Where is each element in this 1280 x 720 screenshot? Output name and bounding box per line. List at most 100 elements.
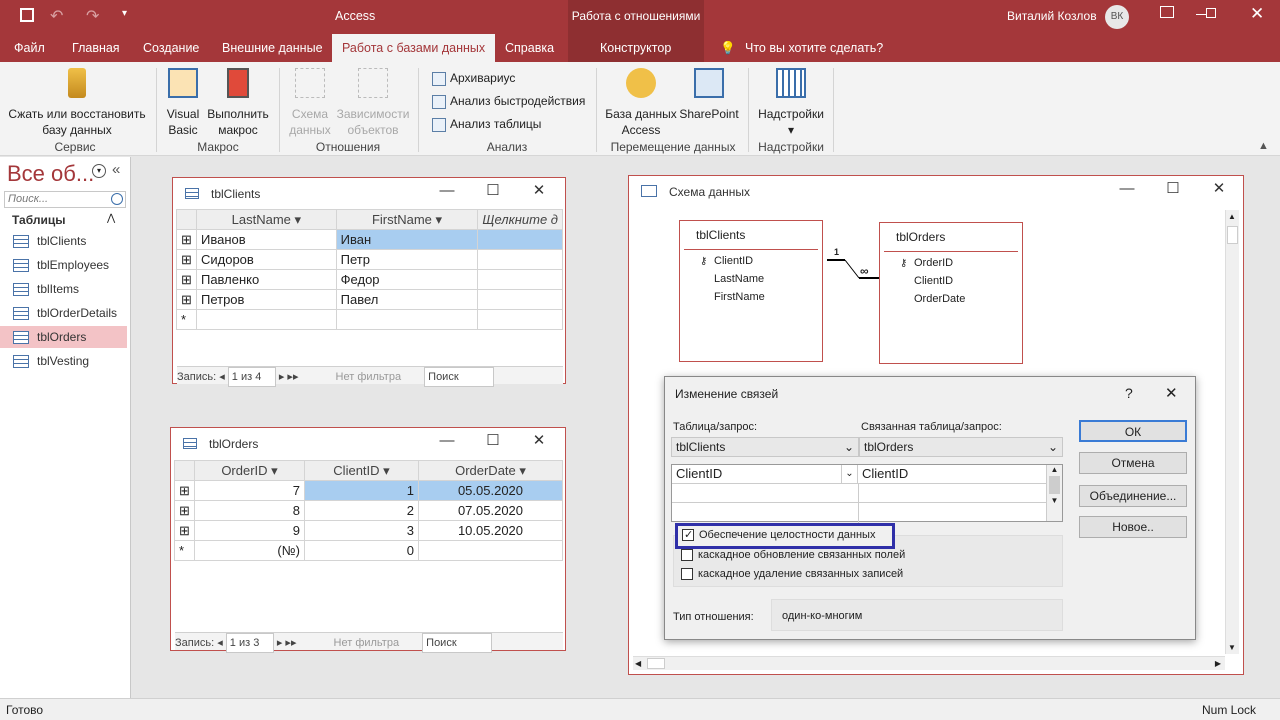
tell-me-input[interactable]: Что вы хотите сделать?	[745, 34, 883, 62]
column-header[interactable]: FirstName ▾	[335, 209, 479, 230]
tab-database-tools[interactable]: Работа с базами данных	[332, 34, 496, 62]
visual-basic-button[interactable]: Visual Basic	[162, 68, 204, 138]
nav-section-tables[interactable]: Таблицы	[12, 213, 65, 227]
related-table-select[interactable]: tblOrders ⌄	[859, 437, 1063, 457]
avatar[interactable]: ВК	[1105, 5, 1129, 29]
ribbon-display-icon[interactable]	[1160, 6, 1174, 18]
record-position[interactable]: 1 из 4	[227, 367, 276, 387]
close-icon[interactable]: ✕	[1199, 179, 1239, 197]
field-item[interactable]: OrderDate	[914, 293, 965, 305]
field-cell-right[interactable]: ClientID	[858, 465, 1046, 484]
close-icon[interactable]: ✕	[1250, 4, 1264, 24]
save-icon[interactable]	[20, 8, 34, 22]
nav-item-tblorders[interactable]: tblOrders	[0, 326, 127, 348]
search-box[interactable]: Поиск	[424, 367, 495, 387]
tab-help[interactable]: Справка	[505, 34, 554, 62]
search-box[interactable]: Поиск	[422, 633, 493, 653]
ok-button[interactable]: ОК	[1079, 420, 1187, 442]
nav-item-tblclients[interactable]: tblClients	[0, 230, 127, 252]
table-select[interactable]: tblClients ⌄	[671, 437, 859, 457]
field-item[interactable]: ClientID	[714, 255, 753, 267]
close-icon[interactable]: ✕	[519, 431, 559, 449]
select-all-corner[interactable]	[176, 209, 197, 230]
documenter-button[interactable]: Архивариус	[432, 70, 515, 86]
table-row[interactable]: ⊞ Павленко Федор	[176, 269, 563, 290]
minimize-icon[interactable]: —	[427, 182, 467, 199]
collapse-ribbon-icon[interactable]: ▲	[1258, 140, 1269, 152]
add-column-header[interactable]: Щелкните д	[477, 209, 563, 230]
table-row[interactable]: ⊞ 9 3 10.05.2020	[174, 520, 563, 541]
section-collapse-icon[interactable]: ⋀	[107, 213, 115, 224]
field-item[interactable]: LastName	[714, 273, 764, 285]
access-database-button[interactable]: База данных Access	[604, 68, 678, 138]
cascade-delete-option[interactable]: каскадное удаление связанных записей	[681, 568, 903, 581]
filter-indicator[interactable]: Нет фильтра	[334, 637, 400, 649]
user-name[interactable]: Виталий Козлов	[1007, 9, 1097, 23]
cascade-update-option[interactable]: каскадное обновление связанных полей	[681, 549, 905, 562]
table-row[interactable]: ⊞ 7 1 05.05.2020	[174, 480, 563, 501]
field-item[interactable]: FirstName	[714, 291, 765, 303]
table-box-tblclients[interactable]: tblClients ⚷ ClientID LastName FirstName	[679, 220, 823, 362]
table-row[interactable]: ⊞ Сидоров Петр	[176, 249, 563, 270]
column-header[interactable]: OrderDate ▾	[418, 460, 563, 481]
maximize-icon[interactable]: ☐	[1153, 179, 1193, 197]
checkbox[interactable]	[681, 568, 693, 581]
field-item[interactable]: ClientID	[914, 275, 953, 287]
table-row[interactable]: ⊞ Иванов Иван	[176, 229, 563, 250]
nav-collapse-icon[interactable]: «	[112, 161, 120, 178]
checkbox[interactable]	[681, 549, 693, 562]
table-row[interactable]: ⊞ Петров Павел	[176, 289, 563, 310]
relationships-button[interactable]: Схема данных	[284, 68, 336, 138]
minimize-icon[interactable]: —	[427, 432, 467, 449]
maximize-icon[interactable]: ☐	[473, 431, 513, 449]
nav-dropdown-icon[interactable]: ▾	[92, 164, 106, 178]
create-new-button[interactable]: Новое..	[1079, 516, 1187, 538]
column-header[interactable]: ClientID ▾	[304, 460, 419, 481]
minimize-icon[interactable]: —	[1107, 180, 1147, 197]
record-position[interactable]: 1 из 3	[225, 633, 274, 653]
column-header[interactable]: LastName ▾	[195, 209, 337, 230]
nav-title[interactable]: Все об...	[7, 161, 94, 187]
maximize-icon[interactable]	[1206, 8, 1216, 18]
table-box-tblorders[interactable]: tblOrders ⚷ OrderID ClientID OrderDate	[879, 222, 1023, 364]
maximize-icon[interactable]: ☐	[473, 181, 513, 199]
tab-external-data[interactable]: Внешние данные	[222, 34, 323, 62]
run-macro-button[interactable]: Выполнить макрос	[206, 68, 270, 138]
help-icon[interactable]: ?	[1125, 385, 1133, 401]
search-icon[interactable]	[111, 193, 123, 205]
nav-item-tblvesting[interactable]: tblVesting	[0, 350, 127, 372]
dependencies-button[interactable]: Зависимости объектов	[336, 68, 410, 138]
table-analyze-button[interactable]: Анализ таблицы	[432, 116, 541, 132]
field-item[interactable]: OrderID	[914, 257, 953, 269]
table-row[interactable]: ⊞ 8 2 07.05.2020	[174, 500, 563, 521]
qat-customize-icon[interactable]: ▾	[122, 8, 127, 19]
undo-icon[interactable]: ↶	[50, 6, 63, 26]
filter-indicator[interactable]: Нет фильтра	[336, 371, 402, 383]
tab-home[interactable]: Главная	[72, 34, 120, 62]
redo-icon[interactable]: ↷	[86, 6, 99, 26]
integrity-option[interactable]: ✓ Обеспечение целостности данных	[675, 523, 895, 549]
addins-button[interactable]: Надстройки ▾	[754, 68, 828, 138]
compact-repair-button[interactable]: Сжать или восстановить базу данных	[4, 68, 150, 138]
nav-search-input[interactable]: Поиск...	[4, 191, 126, 208]
field-cell-left[interactable]: ClientID ⌄	[672, 465, 858, 484]
new-record-row[interactable]: * (№) 0	[174, 540, 563, 561]
horizontal-scrollbar[interactable]: ◀ ▶	[633, 656, 1225, 670]
select-all-corner[interactable]	[174, 460, 195, 481]
new-record-row[interactable]: *	[176, 309, 563, 330]
nav-item-tblemployees[interactable]: tblEmployees	[0, 254, 127, 276]
tab-file[interactable]: Файл	[14, 34, 45, 62]
checkbox-checked[interactable]: ✓	[682, 529, 694, 542]
close-icon[interactable]: ✕	[1165, 384, 1178, 402]
nav-item-tblitems[interactable]: tblItems	[0, 278, 127, 300]
cancel-button[interactable]: Отмена	[1079, 452, 1187, 474]
vertical-scrollbar[interactable]: ▲ ▼	[1225, 210, 1239, 654]
performance-button[interactable]: Анализ быстродействия	[432, 93, 585, 109]
close-icon[interactable]: ✕	[519, 181, 559, 199]
fields-scrollbar[interactable]: ▲ ▼	[1046, 465, 1062, 521]
column-header[interactable]: OrderID ▾	[194, 460, 305, 481]
sharepoint-button[interactable]: SharePoint	[678, 68, 740, 122]
tab-design[interactable]: Конструктор	[600, 34, 671, 62]
tab-create[interactable]: Создание	[143, 34, 199, 62]
join-type-button[interactable]: Объединение...	[1079, 485, 1187, 507]
